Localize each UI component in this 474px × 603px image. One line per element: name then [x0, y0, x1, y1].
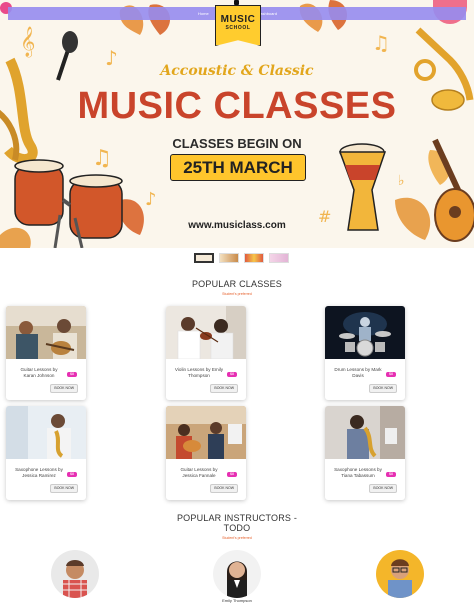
instructor-photo-1 — [63, 560, 87, 598]
class-photo-saxophone-2 — [325, 406, 405, 459]
hero-subtitle: Accoustic & Classic — [160, 63, 314, 79]
hero-banner: 𝄞 ♪ ♫ ♪ ♫ # ♭ Home Dashboard MUSIC SCHOO… — [0, 0, 474, 248]
instructor-avatar[interactable] — [213, 550, 261, 598]
price-badge: $8 — [227, 472, 237, 477]
book-now-button[interactable]: BOOK NOW — [50, 484, 78, 493]
carousel-thumb-3[interactable] — [244, 253, 264, 263]
class-title: Saxophone Lessons by Jessica Ramirez — [15, 467, 63, 478]
class-card[interactable]: Guitar Lessons by Jessica Fannale $8 BOO… — [166, 406, 246, 500]
book-now-button[interactable]: BOOK NOW — [369, 384, 397, 393]
book-now-button[interactable]: BOOK NOW — [210, 384, 238, 393]
class-photo-violin — [166, 306, 246, 359]
class-title: Saxophone Lessons by Tiana Tabassum — [334, 467, 382, 478]
price-badge: $8 — [386, 472, 396, 477]
class-photo-drums — [325, 306, 405, 359]
hero-headline: MUSIC CLASSES — [77, 85, 397, 127]
svg-text:♪: ♪ — [105, 46, 118, 70]
carousel-thumb-1[interactable] — [194, 253, 214, 263]
class-card[interactable]: Saxophone Lessons by Tiana Tabassum $8 B… — [325, 406, 405, 500]
class-photo-guitar-group — [166, 406, 246, 459]
instructor-photo-3 — [388, 559, 412, 598]
book-now-button[interactable]: BOOK NOW — [50, 384, 78, 393]
price-badge: $8 — [227, 372, 237, 377]
class-title: Guitar Lessons by Karan Johnson — [20, 367, 58, 378]
top-indicator-icon — [234, 0, 239, 5]
instructor-avatar[interactable] — [51, 550, 99, 598]
class-title: Guitar Lessons by Jessica Fannale — [180, 467, 218, 478]
svg-text:♪: ♪ — [145, 189, 157, 210]
carousel-thumbnails — [194, 253, 289, 263]
class-photo-guitar — [6, 306, 86, 359]
price-badge: $8 — [67, 372, 77, 377]
carousel-thumb-4[interactable] — [269, 253, 289, 263]
class-card[interactable]: Guitar Lessons by Karan Johnson $8 BOOK … — [6, 306, 86, 400]
class-card[interactable]: Saxophone Lessons by Jessica Ramirez $8 … — [6, 406, 86, 500]
svg-text:♫: ♫ — [92, 146, 112, 171]
class-card[interactable]: Drum Lessons by Mark Davis $8 BOOK NOW — [325, 306, 405, 400]
price-badge: $8 — [386, 372, 396, 377]
popular-instructors-title-2: TODO — [223, 523, 251, 533]
popular-instructors-title: POPULAR INSTRUCTORS - — [176, 513, 298, 523]
carousel-thumb-2[interactable] — [219, 253, 239, 263]
price-badge: $8 — [67, 472, 77, 477]
logo-line2: SCHOOL — [225, 25, 251, 31]
nav-link-home[interactable]: Home — [198, 11, 209, 16]
popular-classes-subtitle: Student's preferred — [222, 292, 252, 296]
popular-classes-title: POPULAR CLASSES — [191, 279, 283, 289]
popular-instructors-subtitle: Student's preferred — [222, 536, 252, 540]
svg-text:#: # — [318, 207, 331, 226]
book-now-button[interactable]: BOOK NOW — [369, 484, 397, 493]
logo-line1: MUSIC — [220, 14, 256, 25]
svg-text:𝄞: 𝄞 — [20, 26, 35, 58]
class-card[interactable]: Violin Lessons by Emily Thompson $8 BOOK… — [166, 306, 246, 400]
instructor-avatar[interactable] — [376, 550, 424, 598]
hero-website: www.musiclass.com — [188, 220, 286, 231]
book-now-button[interactable]: BOOK NOW — [210, 484, 238, 493]
class-photo-saxophone — [6, 406, 86, 459]
svg-text:♫: ♫ — [372, 31, 390, 55]
hero-date-banner: 25TH MARCH — [170, 154, 306, 181]
svg-text:♭: ♭ — [398, 173, 405, 189]
class-title: Drum Lessons by Mark Davis — [334, 367, 382, 378]
site-logo[interactable]: MUSIC SCHOOL — [215, 5, 261, 46]
instructor-photo-2 — [227, 561, 247, 598]
class-title: Violin Lessons by Emily Thompson — [174, 367, 224, 378]
hero-begins-text: CLASSES BEGIN ON — [172, 136, 302, 151]
